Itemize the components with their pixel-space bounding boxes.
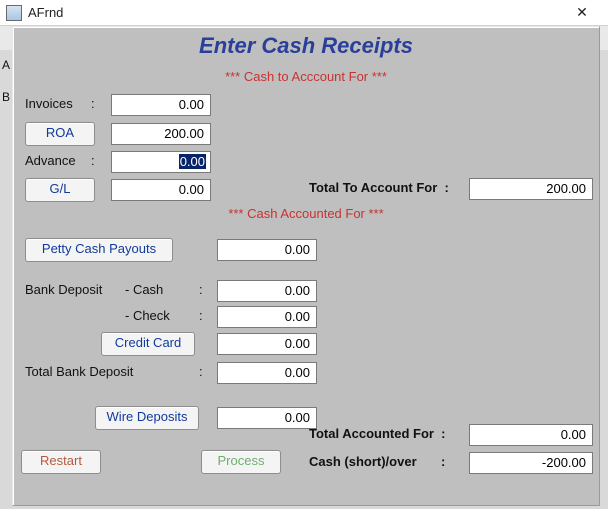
credit-card-button[interactable]: Credit Card (101, 332, 195, 356)
cash-short-label: Cash (short)/over (309, 454, 417, 469)
section-cash-to-account: *** Cash to Acccount For *** (13, 69, 599, 84)
gl-button[interactable]: G/L (25, 178, 95, 202)
close-button[interactable]: ✕ (562, 3, 602, 23)
form-area: Invoices : 0.00 ROA 200.00 Advance : 0.0… (13, 90, 599, 509)
form-panel: Enter Cash Receipts *** Cash to Acccount… (12, 26, 600, 506)
advance-field[interactable]: 0.00 (111, 151, 211, 173)
cash-label: - Cash (125, 282, 163, 297)
invoices-field[interactable]: 0.00 (111, 94, 211, 116)
app-icon (6, 5, 22, 21)
titlebar: AFrnd ✕ (0, 0, 608, 26)
restart-button[interactable]: Restart (21, 450, 101, 474)
app-window: AFrnd ✕ A B Enter Cash Receipts *** Cash… (0, 0, 608, 509)
total-to-account-label: Total To Account For : (309, 180, 449, 195)
roa-button[interactable]: ROA (25, 122, 95, 146)
bg-letter: A (2, 58, 10, 72)
wire-deposits-button[interactable]: Wire Deposits (95, 406, 199, 430)
close-icon: ✕ (576, 4, 588, 21)
bg-letter: B (2, 90, 10, 104)
gl-field[interactable]: 0.00 (111, 179, 211, 201)
page-title: Enter Cash Receipts (13, 33, 599, 59)
total-bank-deposit-label: Total Bank Deposit (25, 364, 133, 379)
total-accounted-label: Total Accounted For : (309, 426, 446, 441)
window-title: AFrnd (28, 5, 63, 20)
invoices-label: Invoices (25, 96, 73, 111)
bank-deposit-label: Bank Deposit (25, 282, 102, 297)
total-bank-deposit-field[interactable]: 0.00 (217, 362, 317, 384)
wire-deposits-field[interactable]: 0.00 (217, 407, 317, 429)
credit-card-field[interactable]: 0.00 (217, 333, 317, 355)
advance-label: Advance (25, 153, 76, 168)
bank-cash-field[interactable]: 0.00 (217, 280, 317, 302)
check-label: - Check (125, 308, 170, 323)
section-cash-accounted: *** Cash Accounted For *** (13, 206, 599, 221)
total-to-account-field[interactable]: 200.00 (469, 178, 593, 200)
petty-cash-field[interactable]: 0.00 (217, 239, 317, 261)
cash-short-field[interactable]: -200.00 (469, 452, 593, 474)
roa-field[interactable]: 200.00 (111, 123, 211, 145)
petty-cash-button[interactable]: Petty Cash Payouts (25, 238, 173, 262)
bank-check-field[interactable]: 0.00 (217, 306, 317, 328)
total-accounted-field[interactable]: 0.00 (469, 424, 593, 446)
process-button[interactable]: Process (201, 450, 281, 474)
